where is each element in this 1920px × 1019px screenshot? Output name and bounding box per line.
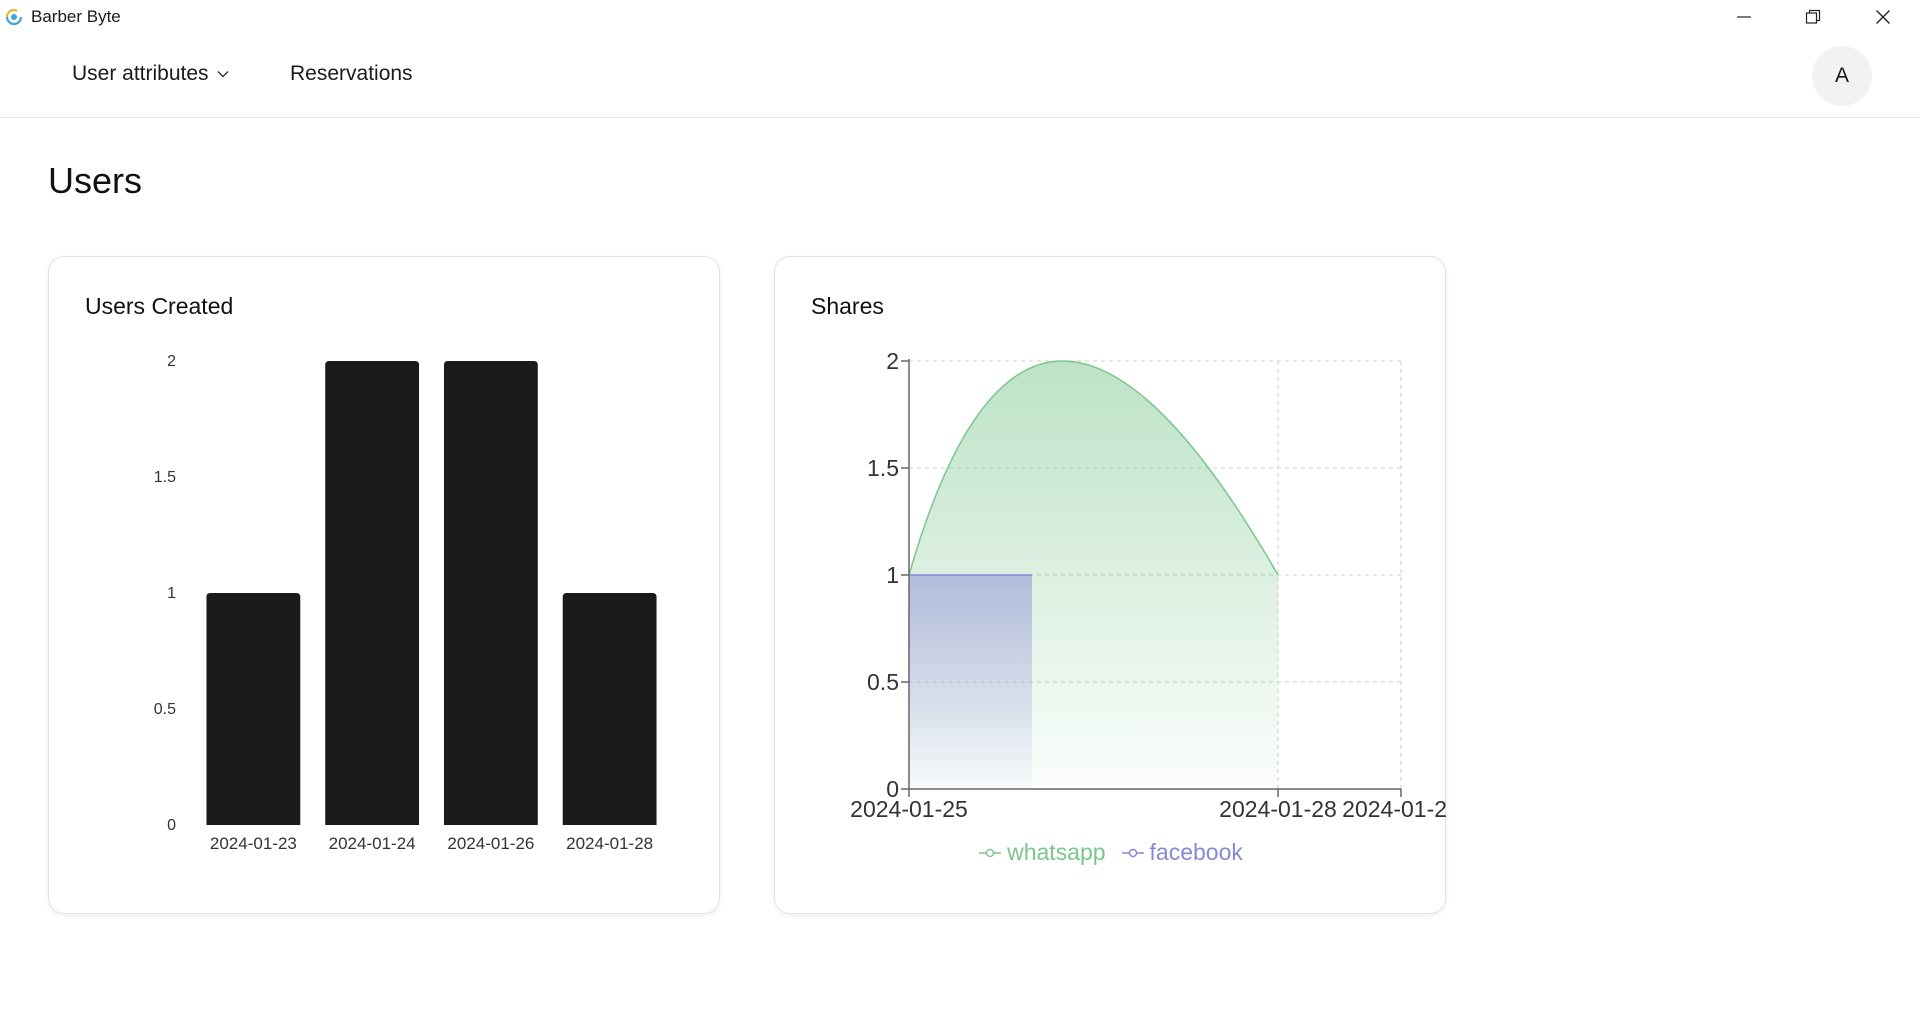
legend-line-icon bbox=[979, 848, 1002, 857]
nav-reservations-label: Reservations bbox=[290, 62, 413, 85]
x-tick-label: 2024-01-28 bbox=[1219, 796, 1337, 822]
chevron-down-icon bbox=[217, 71, 229, 78]
legend-item-whatsapp[interactable]: whatsapp bbox=[979, 839, 1106, 866]
x-tick-label: 2024-01-26 bbox=[447, 834, 534, 853]
users-created-chart: 0 0.5 1 1.5 2 2024-01-23 2024-01-24 2024-01-26 2… bbox=[154, 353, 657, 853]
y-tick-label: 1.5 bbox=[867, 455, 899, 481]
y-tick-label: 2 bbox=[886, 348, 899, 374]
restore-icon bbox=[1805, 9, 1821, 24]
x-tick-label: 2024-01-25 bbox=[850, 796, 968, 822]
app-logo-icon bbox=[5, 8, 23, 26]
bar-2024-01-23 bbox=[206, 593, 301, 825]
restore-button[interactable] bbox=[1778, 0, 1848, 34]
legend-item-facebook[interactable]: facebook bbox=[1121, 839, 1243, 866]
shares-card: Shares 0 0.5 1 1.5 2 2024-01-25 2024-01-28 2024… bbox=[774, 256, 1447, 914]
x-tick-label: 2024-01-28 bbox=[566, 834, 653, 853]
legend-label: facebook bbox=[1149, 839, 1243, 865]
x-tick-label: 2024-01-24 bbox=[329, 834, 416, 853]
y-tick-label: 1 bbox=[167, 585, 176, 602]
app-title: Barber Byte bbox=[31, 7, 121, 26]
y-tick-label: 0 bbox=[167, 817, 176, 834]
y-tick-label: 1.5 bbox=[154, 469, 176, 486]
nav-reservations[interactable]: Reservations bbox=[290, 62, 413, 86]
bar-2024-01-28 bbox=[562, 593, 657, 825]
shares-legend: whatsapp facebook bbox=[775, 839, 1447, 866]
legend-label: whatsapp bbox=[1007, 839, 1106, 865]
bar-2024-01-26 bbox=[443, 361, 538, 825]
y-tick-label: 1 bbox=[886, 562, 899, 588]
users-created-card: Users Created 0 0.5 1 1.5 2 2024-01-23 2024-01… bbox=[48, 256, 720, 914]
minimize-button[interactable] bbox=[1709, 0, 1779, 34]
y-tick-label: 0.5 bbox=[867, 669, 899, 695]
user-avatar[interactable]: A bbox=[1812, 46, 1872, 106]
avatar-initial: A bbox=[1834, 64, 1849, 87]
nav-user-attributes-label: User attributes bbox=[72, 62, 209, 85]
close-icon bbox=[1876, 10, 1890, 24]
title-bar: Barber Byte bbox=[0, 0, 1920, 34]
close-button[interactable] bbox=[1848, 0, 1918, 34]
top-navbar: User attributes Reservations A bbox=[0, 34, 1920, 118]
shares-chart: 00.511.522024-01-252024-01-282024-01-29 bbox=[850, 348, 1447, 822]
area-facebook bbox=[909, 575, 1032, 789]
x-tick-label: 2024-01-23 bbox=[210, 834, 297, 853]
page-title: Users bbox=[48, 160, 143, 201]
bar-2024-01-24 bbox=[325, 361, 420, 825]
legend-line-icon bbox=[1121, 848, 1144, 857]
y-tick-label: 2 bbox=[167, 353, 176, 370]
y-tick-label: 0.5 bbox=[154, 701, 176, 718]
minimize-icon bbox=[1737, 16, 1751, 18]
x-tick-label: 2024-01-29 bbox=[1342, 796, 1447, 822]
nav-user-attributes[interactable]: User attributes bbox=[72, 62, 229, 86]
